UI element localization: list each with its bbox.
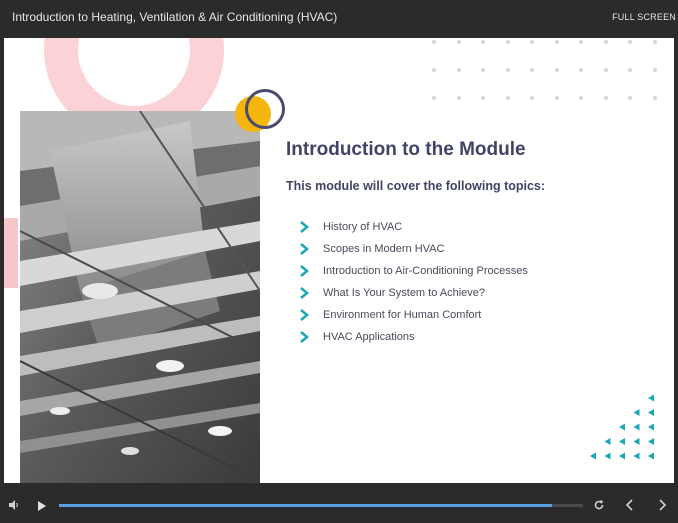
topic-label: What Is Your System to Achieve? xyxy=(323,287,486,299)
decorative-dot xyxy=(603,68,608,72)
decorative-dot xyxy=(432,96,436,100)
replay-icon[interactable] xyxy=(593,499,605,511)
next-icon[interactable] xyxy=(657,499,667,511)
decorative-dot xyxy=(481,68,485,72)
decorative-dot xyxy=(628,40,632,44)
decorative-dot xyxy=(505,40,510,44)
decorative-triangle xyxy=(633,438,640,445)
decorative-dot xyxy=(432,68,436,72)
decorative-triangle xyxy=(633,452,640,460)
decorative-triangle xyxy=(590,452,596,460)
decorative-dot xyxy=(652,68,657,72)
decorative-dark-ring xyxy=(245,89,285,129)
decorative-dot xyxy=(554,40,559,44)
topic-label: Scopes in Modern HVAC xyxy=(323,243,445,255)
previous-icon[interactable] xyxy=(625,499,635,511)
module-heading: Introduction to the Module xyxy=(286,139,526,160)
topic-list: History of HVAC Scopes in Modern HVAC In… xyxy=(298,220,528,352)
chevron-right-icon xyxy=(300,265,309,277)
chevron-right-icon xyxy=(300,243,309,255)
decorative-dot xyxy=(530,40,534,44)
decorative-triangle xyxy=(648,423,654,431)
topic-item-human-comfort[interactable]: Environment for Human Comfort xyxy=(298,308,528,330)
decorative-dot xyxy=(554,96,559,100)
decorative-dot xyxy=(432,40,436,44)
decorative-triangle xyxy=(648,452,654,460)
decorative-dot xyxy=(579,40,583,44)
slide-canvas: Introduction to the Module This module w… xyxy=(4,38,674,483)
decorative-dot xyxy=(505,68,510,72)
decorative-dot xyxy=(603,96,608,100)
ductwork-photo-image xyxy=(20,111,260,483)
topic-item-applications[interactable]: HVAC Applications xyxy=(298,330,528,352)
course-title: Introduction to Heating, Ventilation & A… xyxy=(12,10,338,24)
decorative-dot xyxy=(505,96,510,100)
topic-label: Introduction to Air-Conditioning Process… xyxy=(323,265,528,277)
decorative-dot xyxy=(530,96,534,100)
decorative-triangle xyxy=(633,423,640,431)
decorative-pink-bar xyxy=(4,218,18,288)
topic-item-ac-processes[interactable]: Introduction to Air-Conditioning Process… xyxy=(298,264,528,286)
decorative-dot xyxy=(579,96,583,100)
chevron-right-icon xyxy=(300,221,309,233)
decorative-triangle xyxy=(648,409,654,416)
decorative-dot xyxy=(530,68,534,72)
chevron-right-icon xyxy=(300,331,309,343)
decorative-dot xyxy=(652,96,657,100)
title-bar: Introduction to Heating, Ventilation & A… xyxy=(0,0,678,38)
decorative-dot xyxy=(481,40,485,44)
ductwork-photo xyxy=(20,111,260,483)
decorative-triangle xyxy=(619,438,625,445)
topic-item-system-goals[interactable]: What Is Your System to Achieve? xyxy=(298,286,528,308)
decorative-triangle xyxy=(648,394,654,402)
decorative-triangle xyxy=(633,409,640,416)
decorative-triangle xyxy=(604,452,611,460)
volume-icon[interactable] xyxy=(8,499,20,511)
decorative-dot xyxy=(628,96,632,100)
decorative-triangle xyxy=(648,438,654,445)
decorative-dot xyxy=(579,68,583,72)
decorative-triangle xyxy=(604,438,611,445)
decorative-dot xyxy=(456,96,461,100)
topic-label: Environment for Human Comfort xyxy=(323,309,482,321)
chevron-right-icon xyxy=(300,287,309,299)
decorative-triangle-pattern xyxy=(590,394,654,460)
decorative-dot xyxy=(456,40,461,44)
decorative-dot xyxy=(652,40,657,44)
module-subheading: This module will cover the following top… xyxy=(286,179,546,193)
decorative-dot xyxy=(628,68,632,72)
player-controls xyxy=(0,483,678,523)
decorative-triangle xyxy=(619,452,625,460)
topic-label: History of HVAC xyxy=(323,221,403,233)
decorative-dot xyxy=(456,68,461,72)
decorative-dot xyxy=(481,96,485,100)
fullscreen-button[interactable]: FULL SCREEN xyxy=(612,12,676,22)
chevron-right-icon xyxy=(300,309,309,321)
topic-label: HVAC Applications xyxy=(323,331,415,343)
decorative-triangle xyxy=(619,423,625,431)
progress-fill xyxy=(59,504,552,507)
decorative-dot xyxy=(603,40,608,44)
play-icon[interactable] xyxy=(37,500,47,512)
decorative-dot xyxy=(554,68,559,72)
topic-item-history[interactable]: History of HVAC xyxy=(298,220,528,242)
decorative-dot-grid xyxy=(432,38,672,108)
progress-bar[interactable] xyxy=(59,504,583,507)
topic-item-scopes[interactable]: Scopes in Modern HVAC xyxy=(298,242,528,264)
